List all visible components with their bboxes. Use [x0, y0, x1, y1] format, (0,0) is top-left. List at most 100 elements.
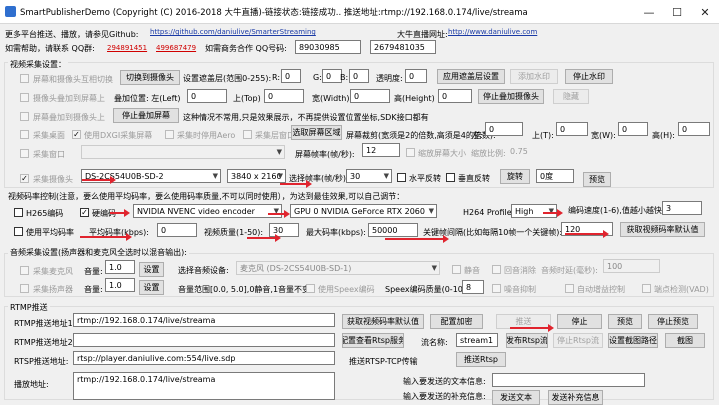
b-input[interactable]: 0: [349, 69, 369, 83]
camera-preview-button[interactable]: 预览: [583, 172, 611, 187]
use-dxgi-checkbox[interactable]: ✓: [72, 130, 81, 139]
set-snapshot-path-button[interactable]: 设置截图路径: [608, 333, 658, 348]
rotate-button[interactable]: 旋转: [500, 169, 530, 184]
speex-quality-input[interactable]: 8: [462, 280, 484, 294]
add-watermark-button[interactable]: 添加水印: [510, 69, 558, 84]
snapshot-button[interactable]: 截图: [665, 333, 705, 348]
video-quality-input[interactable]: 30: [269, 223, 299, 237]
qq-group-link-1[interactable]: 294891451: [107, 44, 147, 52]
stop-rtsp-button[interactable]: 停止Rtsp流: [553, 333, 603, 348]
stop-preview-button[interactable]: 停止预览: [648, 314, 698, 329]
vad-checkbox[interactable]: [642, 284, 651, 293]
use-speex-checkbox[interactable]: [306, 284, 315, 293]
encrypt-button[interactable]: 配置加密: [430, 314, 483, 329]
minimize-button[interactable]: —: [635, 0, 663, 24]
get-default-bitrate-button[interactable]: 获取视频码率默认值: [620, 222, 705, 237]
rtmp-url1-input[interactable]: rtmp://192.168.0.174/live/streama: [73, 313, 335, 327]
preview-button[interactable]: 预览: [608, 314, 642, 329]
resolution-select[interactable]: 3840 x 2160 ▼: [227, 169, 286, 183]
hflip-checkbox[interactable]: [397, 173, 406, 182]
rotate-value: 0度: [536, 169, 574, 183]
crop-top-input[interactable]: 0: [556, 122, 588, 136]
stop-overlay-screen-button[interactable]: 停止叠加屏幕: [113, 108, 179, 123]
chevron-down-icon: ▼: [277, 172, 283, 180]
play-url-text[interactable]: rtmp://192.168.0.174/live/streama: [73, 372, 335, 400]
agc-checkbox[interactable]: [565, 284, 574, 293]
github-link[interactable]: https://github.com/daniulive/SmarterStre…: [150, 28, 316, 36]
rtmp-get-bitrate-button[interactable]: 获取视频码率默认值: [342, 314, 424, 329]
push-rtsp-button[interactable]: 推送Rtsp: [456, 352, 506, 367]
hw-encode-checkbox[interactable]: ✓: [80, 208, 89, 217]
camera-fps-select[interactable]: 30 ▼: [346, 169, 392, 183]
send-text-button[interactable]: 发送文本: [492, 390, 540, 405]
window-select[interactable]: ▼: [81, 145, 285, 159]
crop-left-input[interactable]: 0: [485, 122, 523, 136]
capture-speaker-checkbox[interactable]: [20, 284, 29, 293]
apply-cover-button[interactable]: 应用遮盖层设置: [437, 69, 505, 84]
encode-speed-input[interactable]: 3: [662, 201, 702, 215]
r-input[interactable]: 0: [281, 69, 301, 83]
screen-camera-switch-checkbox[interactable]: [20, 74, 29, 83]
echo-cancel-checkbox[interactable]: [492, 265, 501, 274]
capture-layer-checkbox[interactable]: [243, 130, 252, 139]
stop-push-button[interactable]: 停止: [557, 314, 602, 329]
publish-rtsp-button[interactable]: 发布Rtsp流: [506, 333, 548, 348]
capture-camera-checkbox[interactable]: ✓: [20, 174, 29, 183]
rtsp-config-button[interactable]: 配置查看Rtsp服务: [342, 333, 404, 348]
overlay-left-input[interactable]: 0: [187, 89, 227, 103]
stop-overlay-camera-button[interactable]: 停止叠加摄像头: [478, 89, 544, 104]
capture-window-checkbox[interactable]: [20, 149, 29, 158]
r-label: R:: [272, 73, 281, 82]
stream-name-input[interactable]: stream1: [456, 333, 498, 347]
crop-height-input[interactable]: 0: [678, 122, 710, 136]
echo-delay-input[interactable]: 100: [603, 259, 660, 273]
select-region-button[interactable]: 选取屏幕区域: [291, 125, 342, 140]
audio-device-select[interactable]: 麦克风 (DS-2CS54U0B-SD-1) ▼: [236, 261, 440, 275]
switch-camera-button[interactable]: 切换到摄像头: [120, 70, 180, 85]
fps-input[interactable]: 12: [362, 143, 400, 157]
annotation-arrow: [247, 234, 281, 242]
mic-volume-set-button[interactable]: 设置: [139, 262, 164, 277]
maximize-button[interactable]: ☐: [663, 0, 691, 24]
send-info-button[interactable]: 发送补充信息: [548, 390, 603, 405]
scale-screen-checkbox[interactable]: [406, 148, 415, 157]
speaker-volume-set-button[interactable]: 设置: [139, 280, 164, 295]
stop-watermark-button[interactable]: 停止水印: [565, 69, 613, 84]
overlay-top-input[interactable]: 0: [264, 89, 304, 103]
mic-volume-input[interactable]: 1.0: [105, 260, 135, 274]
noise-suppress-checkbox[interactable]: [492, 284, 501, 293]
rtmp-url2-input[interactable]: [73, 333, 335, 347]
disable-aero-checkbox[interactable]: [165, 130, 174, 139]
echo-cancel-label: 回音消除: [504, 266, 536, 275]
capture-desktop-checkbox[interactable]: [20, 130, 29, 139]
h265-checkbox[interactable]: [14, 208, 23, 217]
rtmp-url2-label: RTMP推送地址2:: [14, 338, 76, 347]
gpu-select[interactable]: GPU 0 NVIDIA GeForce RTX 2060 ▼: [290, 204, 437, 218]
avg-bitrate-checkbox[interactable]: [14, 227, 23, 236]
g-input[interactable]: 0: [322, 69, 342, 83]
noise-suppress-label: 噪音抑制: [504, 285, 536, 294]
capture-mic-checkbox[interactable]: [20, 266, 29, 275]
camera-over-screen-checkbox[interactable]: [20, 93, 29, 102]
text-input[interactable]: [492, 373, 645, 387]
website-link[interactable]: http://www.daniulive.com: [448, 28, 537, 36]
avg-bitrate-input[interactable]: 0: [157, 223, 197, 237]
overlay-height-input[interactable]: 0: [438, 89, 472, 103]
hide-button[interactable]: 隐藏: [553, 89, 589, 104]
speaker-volume-input[interactable]: 1.0: [105, 278, 135, 292]
alpha-input[interactable]: 0: [405, 69, 427, 83]
encoder-select[interactable]: NVIDIA NVENC video encoder ▼: [133, 204, 282, 218]
scale-ratio-value: 0.75: [510, 147, 528, 156]
rtsp-url-input[interactable]: rtsp://player.daniulive.com:554/live.sdp: [73, 351, 335, 365]
screen-over-camera-checkbox[interactable]: [20, 112, 29, 121]
vflip-checkbox[interactable]: [446, 173, 455, 182]
max-bitrate-input[interactable]: 50000: [368, 223, 418, 237]
h264-profile-select[interactable]: High ▼: [511, 204, 557, 218]
max-bitrate-label: 最大码率(kbps):: [306, 228, 366, 237]
close-button[interactable]: ✕: [691, 0, 719, 24]
qq-group-link-2[interactable]: 499687479: [156, 44, 196, 52]
mute-checkbox[interactable]: [452, 265, 461, 274]
overlay-width-input[interactable]: 0: [350, 89, 390, 103]
disable-aero-label: 采集时停用Aero: [177, 131, 236, 140]
crop-width-input[interactable]: 0: [618, 122, 648, 136]
